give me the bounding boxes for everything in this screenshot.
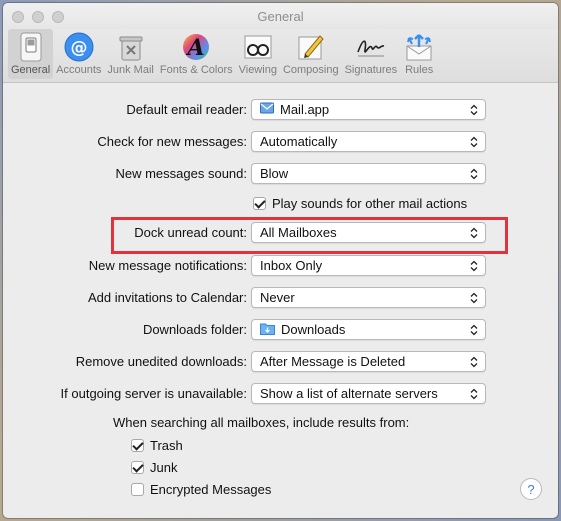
play-sounds-check[interactable] <box>253 197 266 210</box>
popup-arrows-icon <box>467 104 481 116</box>
remove-downloads-popup[interactable]: After Message is Deleted <box>251 351 486 372</box>
outgoing-unavailable-label: If outgoing server is unavailable: <box>60 386 247 401</box>
popup-arrows-icon <box>467 292 481 304</box>
tab-viewing[interactable]: Viewing <box>236 29 280 79</box>
tab-viewing-label: Viewing <box>238 64 277 76</box>
general-settings-pane: Default email reader: Mail.app Check for… <box>3 83 558 518</box>
trash-bin-icon <box>115 31 147 63</box>
dock-unread-popup[interactable]: All Mailboxes <box>251 222 486 243</box>
outgoing-unavailable-popup[interactable]: Show a list of alternate servers <box>251 383 486 404</box>
popup-arrows-icon <box>467 260 481 272</box>
tab-fonts-colors[interactable]: A Fonts & Colors <box>157 29 236 79</box>
dock-unread-value: All Mailboxes <box>260 225 337 240</box>
popup-arrows-icon <box>467 136 481 148</box>
window-title: General <box>257 9 304 24</box>
tab-accounts[interactable]: @ Accounts <box>53 29 104 79</box>
tab-composing-label: Composing <box>282 64 339 76</box>
search-encrypted-check[interactable] <box>131 483 144 496</box>
tab-rules-label: Rules <box>405 64 434 76</box>
default-reader-value: Mail.app <box>280 102 330 117</box>
signature-icon <box>355 31 387 63</box>
invitations-label: Add invitations to Calendar: <box>88 290 247 305</box>
new-sound-label: New messages sound: <box>115 166 247 181</box>
default-reader-popup[interactable]: Mail.app <box>251 99 486 120</box>
pencil-paper-icon <box>295 31 327 63</box>
search-encrypted-checkbox[interactable]: Encrypted Messages <box>131 482 271 497</box>
search-trash-check[interactable] <box>131 439 144 452</box>
search-encrypted-label: Encrypted Messages <box>150 482 272 497</box>
search-trash-checkbox[interactable]: Trash <box>131 438 183 453</box>
notifications-label: New message notifications: <box>88 258 247 273</box>
help-button[interactable]: ? <box>520 478 542 500</box>
search-trash-label: Trash <box>150 438 183 453</box>
popup-arrows-icon <box>467 168 481 180</box>
tab-rules[interactable]: Rules <box>400 29 438 79</box>
play-sounds-label: Play sounds for other mail actions <box>272 196 468 211</box>
downloads-folder-icon <box>260 322 275 338</box>
downloads-folder-value: Downloads <box>281 322 346 337</box>
notifications-popup[interactable]: Inbox Only <box>251 255 486 276</box>
outgoing-unavailable-value: Show a list of alternate servers <box>260 386 438 401</box>
at-sign-icon: @ <box>63 31 95 63</box>
remove-downloads-value: After Message is Deleted <box>260 354 406 369</box>
check-messages-label: Check for new messages: <box>97 134 247 149</box>
tab-junk-mail-label: Junk Mail <box>107 64 154 76</box>
popup-arrows-icon <box>467 356 481 368</box>
tab-signatures[interactable]: Signatures <box>342 29 401 79</box>
downloads-folder-popup[interactable]: Downloads <box>251 319 486 340</box>
svg-text:@: @ <box>70 38 87 58</box>
font-a-icon: A <box>180 31 212 63</box>
play-sounds-checkbox[interactable]: Play sounds for other mail actions <box>253 196 467 211</box>
remove-downloads-label: Remove unedited downloads: <box>75 354 247 369</box>
notifications-value: Inbox Only <box>260 258 323 273</box>
invitations-value: Never <box>260 290 295 305</box>
envelope-arrows-icon <box>403 31 435 63</box>
switch-icon <box>15 31 47 63</box>
search-junk-check[interactable] <box>131 461 144 474</box>
dock-unread-label: Dock unread count: <box>134 225 247 240</box>
search-junk-label: Junk <box>150 460 178 475</box>
tab-general[interactable]: General <box>8 29 54 79</box>
search-junk-checkbox[interactable]: Junk <box>131 460 177 475</box>
svg-text:A: A <box>186 35 205 61</box>
downloads-folder-label: Downloads folder: <box>142 322 247 337</box>
tab-composing[interactable]: Composing <box>280 29 342 79</box>
new-sound-value: Blow <box>260 166 289 181</box>
default-reader-label: Default email reader: <box>126 102 247 117</box>
tab-junk-mail[interactable]: Junk Mail <box>104 29 156 79</box>
search-section-title: When searching all mailboxes, include re… <box>113 415 410 430</box>
tab-fonts-colors-label: Fonts & Colors <box>159 64 233 76</box>
tab-general-label: General <box>11 64 51 76</box>
mail-app-icon <box>260 101 274 118</box>
popup-arrows-icon <box>467 324 481 336</box>
title-bar: General <box>3 3 558 29</box>
new-sound-popup[interactable]: Blow <box>251 163 486 184</box>
check-messages-value: Automatically <box>260 134 338 149</box>
glasses-icon <box>242 31 274 63</box>
preferences-window: General General @ Accounts Junk Mail A F… <box>3 3 558 518</box>
tab-accounts-label: Accounts <box>56 64 102 76</box>
invitations-popup[interactable]: Never <box>251 287 486 308</box>
tab-signatures-label: Signatures <box>344 64 398 76</box>
popup-arrows-icon <box>467 388 481 400</box>
check-messages-popup[interactable]: Automatically <box>251 131 486 152</box>
popup-arrows-icon <box>467 227 481 239</box>
preferences-toolbar: General @ Accounts Junk Mail A Fonts & C… <box>3 29 558 83</box>
